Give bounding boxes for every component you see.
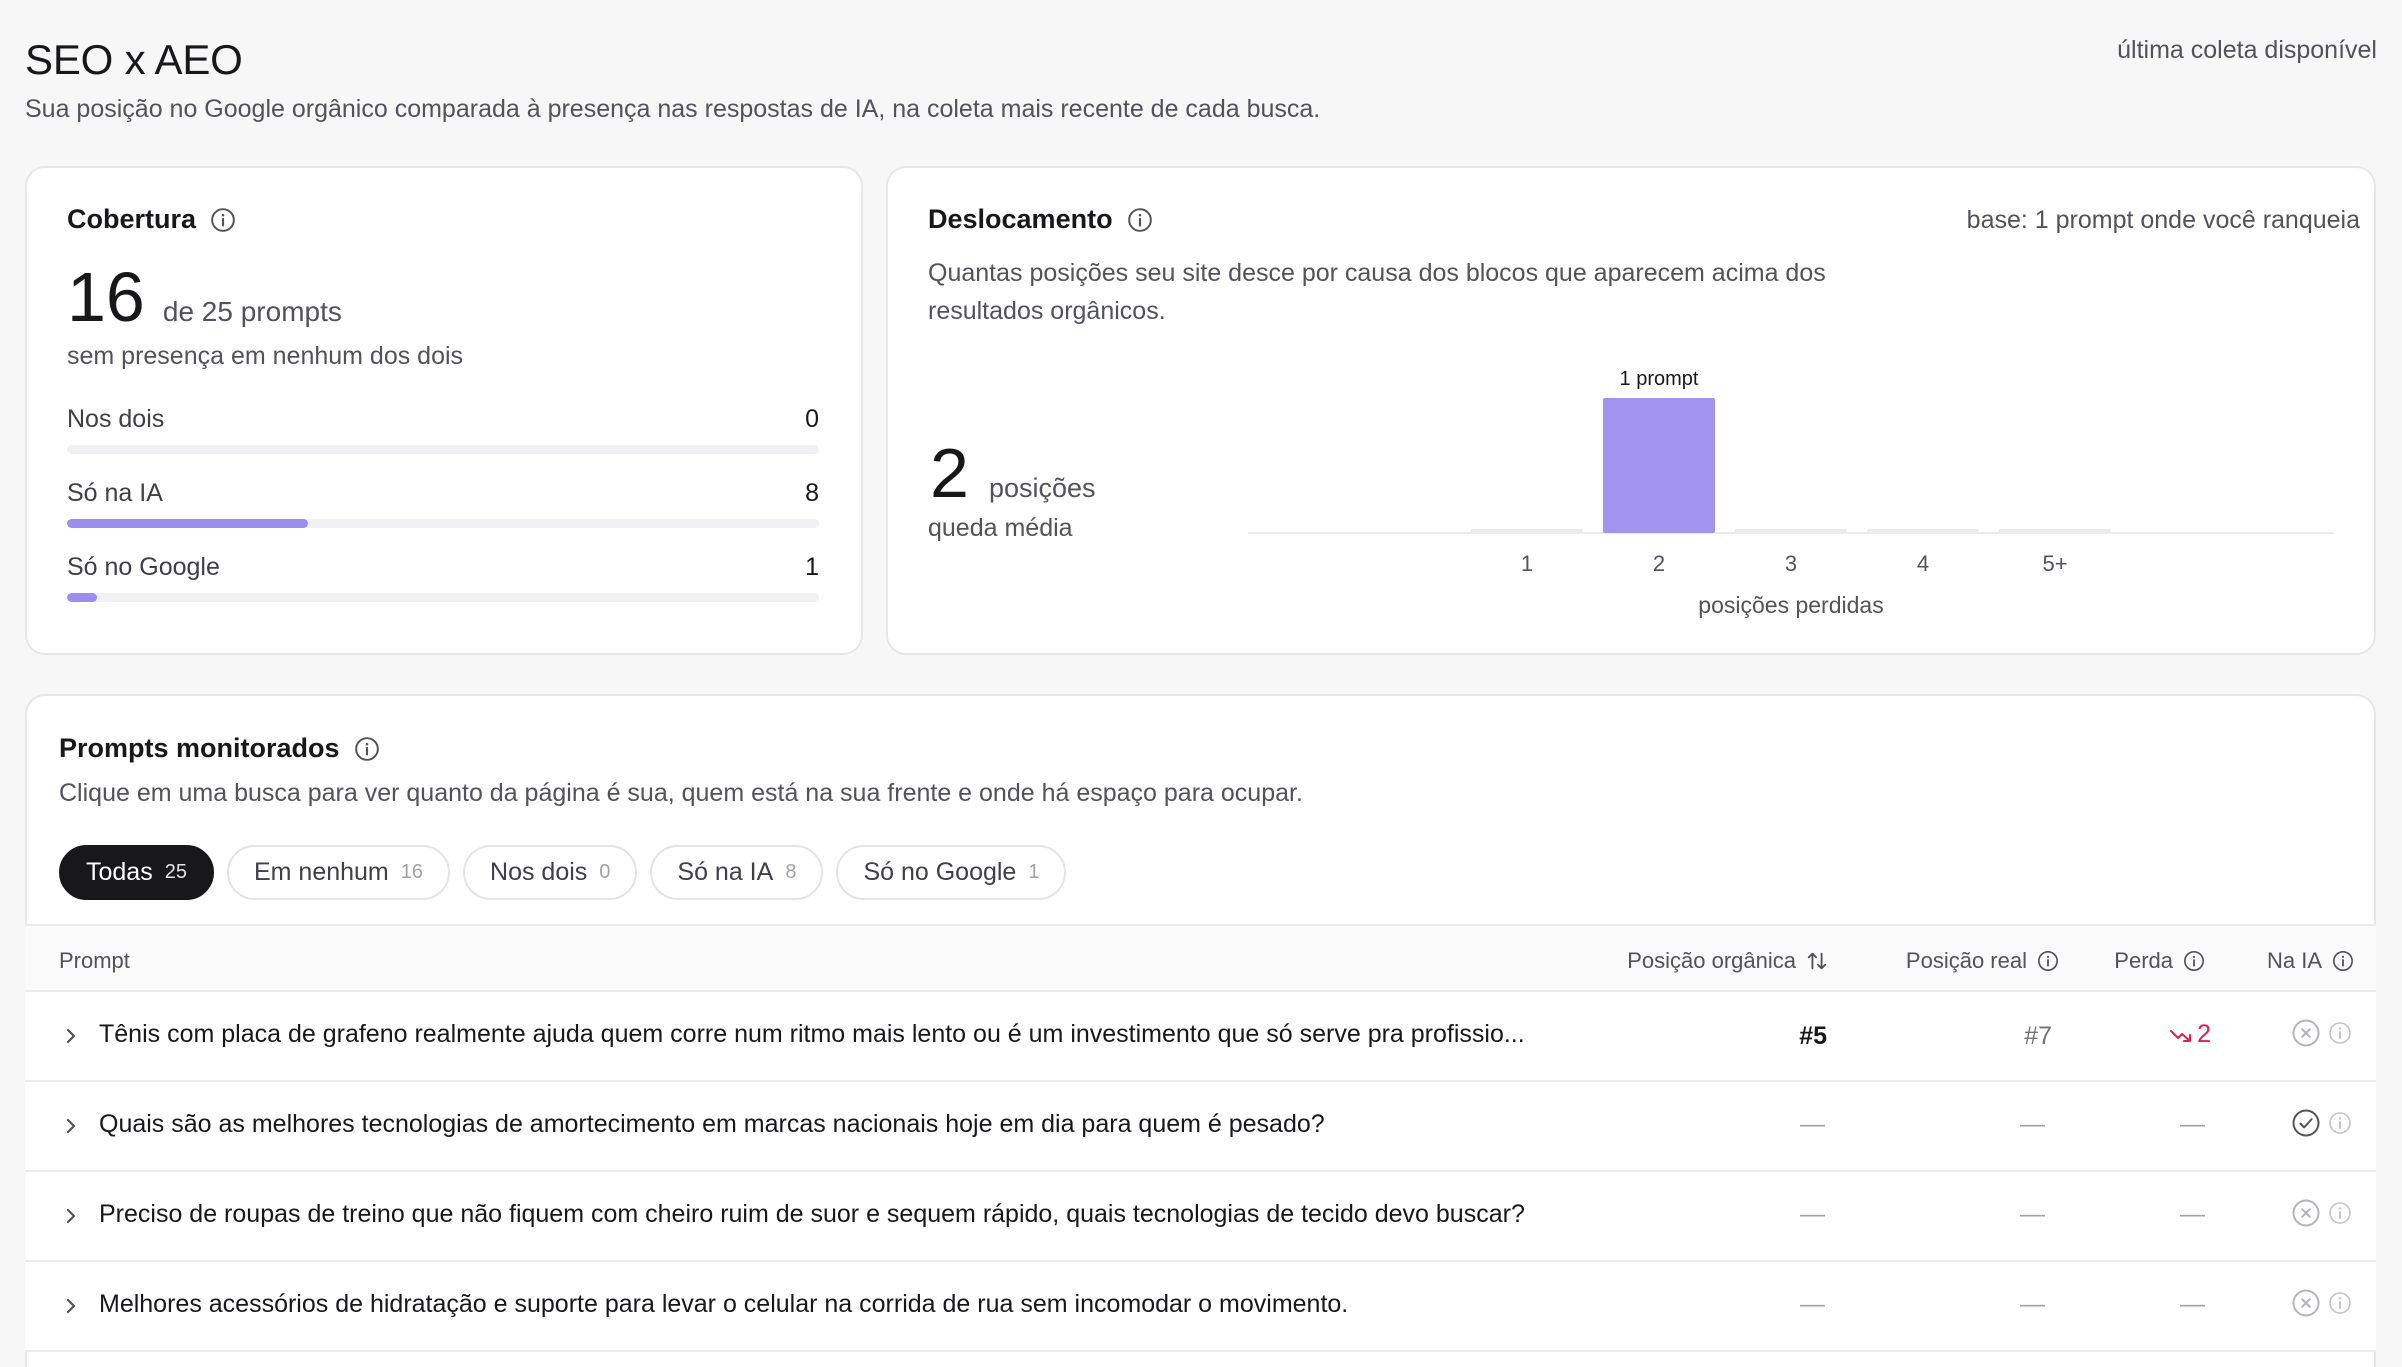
chart-tick-label: 5+ xyxy=(2042,551,2067,576)
real-position: — xyxy=(2020,1200,2045,1228)
chip-count: 1 xyxy=(1028,861,1040,883)
real-position: — xyxy=(2020,1110,2045,1138)
sort-icon[interactable] xyxy=(1806,950,1828,972)
chevron-right-icon[interactable] xyxy=(61,1203,81,1229)
ia-absent-icon xyxy=(2292,1289,2320,1317)
ia-absent-icon xyxy=(2292,1019,2320,1047)
info-icon[interactable] xyxy=(354,736,380,762)
prompts-title-text: Prompts monitorados xyxy=(59,733,340,763)
real-position: #7 xyxy=(2024,1022,2052,1050)
chart-tick-label: 3 xyxy=(1785,551,1797,576)
seo-aeo-page: SEO x AEO Sua posição no Google orgânico… xyxy=(0,0,2402,1367)
filter-chip-so-no-google[interactable]: Só no Google 1 xyxy=(836,845,1067,900)
column-loss: Perda xyxy=(2114,948,2205,974)
info-icon[interactable] xyxy=(2328,1111,2352,1135)
column-ia-label: Na IA xyxy=(2266,948,2322,973)
info-icon[interactable] xyxy=(2328,1021,2352,1045)
column-ia: Na IA xyxy=(2267,948,2354,974)
table-row[interactable]: Quais são as melhores tecnologias de amo… xyxy=(25,1082,2376,1172)
chart-bar xyxy=(1471,529,1583,533)
prompt-text: Quais são as melhores tecnologias de amo… xyxy=(99,1110,1325,1138)
chevron-right-icon[interactable] xyxy=(61,1023,81,1049)
chip-count: 8 xyxy=(785,861,797,883)
filter-chips: Todas 25 Em nenhum 16 Nos dois 0 Só na I… xyxy=(59,845,1067,900)
chip-label: Só no Google xyxy=(863,858,1017,886)
chevron-right-icon[interactable] xyxy=(61,1293,81,1319)
column-organic[interactable]: Posição orgânica xyxy=(1627,948,1828,974)
position-loss: — xyxy=(2180,1200,2205,1228)
prompts-description: Clique em uma busca para ver quanto da p… xyxy=(59,779,1303,807)
position-loss-value: 2 xyxy=(2197,1020,2211,1048)
organic-position: — xyxy=(1800,1200,1825,1228)
prompt-text: Melhores acessórios de hidratação e supo… xyxy=(99,1290,1349,1318)
info-icon[interactable] xyxy=(2328,1291,2352,1315)
info-icon[interactable] xyxy=(2183,950,2205,972)
trend-down-icon xyxy=(2170,1029,2192,1042)
table-row[interactable]: Tênis com placa de grafeno realmente aju… xyxy=(25,992,2376,1082)
organic-position: #5 xyxy=(1799,1022,1827,1050)
filter-chip-so-na-ia[interactable]: Só na IA 8 xyxy=(650,845,824,900)
chart-tick-label: 4 xyxy=(1917,551,1929,576)
chart-tick-label: 1 xyxy=(1521,551,1533,576)
chart-bar xyxy=(1735,529,1847,533)
chip-label: Só na IA xyxy=(677,858,774,886)
organic-position: — xyxy=(1800,1110,1825,1138)
prompt-text: Preciso de roupas de treino que não fiqu… xyxy=(99,1200,1525,1228)
chart-bar xyxy=(1867,529,1979,533)
column-loss-label: Perda xyxy=(2114,948,2173,973)
chevron-right-icon[interactable] xyxy=(61,1113,81,1139)
chart-tick-label: 2 xyxy=(1653,551,1665,576)
table-header: Prompt Posição orgânica Posição real Per… xyxy=(25,924,2376,992)
chip-label: Nos dois xyxy=(490,858,588,886)
chart-data-label: 1 prompt xyxy=(1620,368,1699,390)
chart-x-axis-label: posições perdidas xyxy=(1698,592,1883,618)
position-loss: — xyxy=(2180,1110,2205,1138)
chip-label: Em nenhum xyxy=(253,858,389,886)
chip-label: Todas xyxy=(86,858,153,886)
chip-count: 0 xyxy=(599,861,611,883)
filter-chip-em-nenhum[interactable]: Em nenhum 16 xyxy=(226,845,451,900)
chart-bar xyxy=(1999,529,2111,533)
info-icon[interactable] xyxy=(2332,950,2354,972)
displacement-chart: 1 2 1 prompt 3 4 5+ posições perdidas xyxy=(1248,368,2334,618)
table-row[interactable]: Preciso de roupas de treino que não fiqu… xyxy=(25,1172,2376,1262)
chip-count: 25 xyxy=(164,861,187,883)
column-real-label: Posição real xyxy=(1905,948,2027,973)
filter-chip-todas[interactable]: Todas 25 xyxy=(59,845,214,900)
ia-present-icon xyxy=(2292,1109,2320,1137)
ia-absent-icon xyxy=(2292,1199,2320,1227)
info-icon[interactable] xyxy=(2328,1201,2352,1225)
column-organic-label: Posição orgânica xyxy=(1627,948,1796,973)
real-position: — xyxy=(2020,1290,2045,1318)
info-icon[interactable] xyxy=(2037,950,2059,972)
column-real: Posição real xyxy=(1906,948,2059,974)
chip-count: 16 xyxy=(400,861,424,883)
position-loss: 2 xyxy=(2169,1020,2211,1049)
filter-chip-nos-dois[interactable]: Nos dois 0 xyxy=(463,845,638,900)
chart-bar xyxy=(1603,398,1715,533)
prompts-title: Prompts monitorados xyxy=(59,733,380,764)
table-row[interactable]: Melhores acessórios de hidratação e supo… xyxy=(25,1262,2376,1352)
organic-position: — xyxy=(1800,1290,1825,1318)
column-prompt: Prompt xyxy=(59,948,130,973)
position-loss: — xyxy=(2180,1290,2205,1318)
prompt-text: Tênis com placa de grafeno realmente aju… xyxy=(99,1020,1525,1048)
